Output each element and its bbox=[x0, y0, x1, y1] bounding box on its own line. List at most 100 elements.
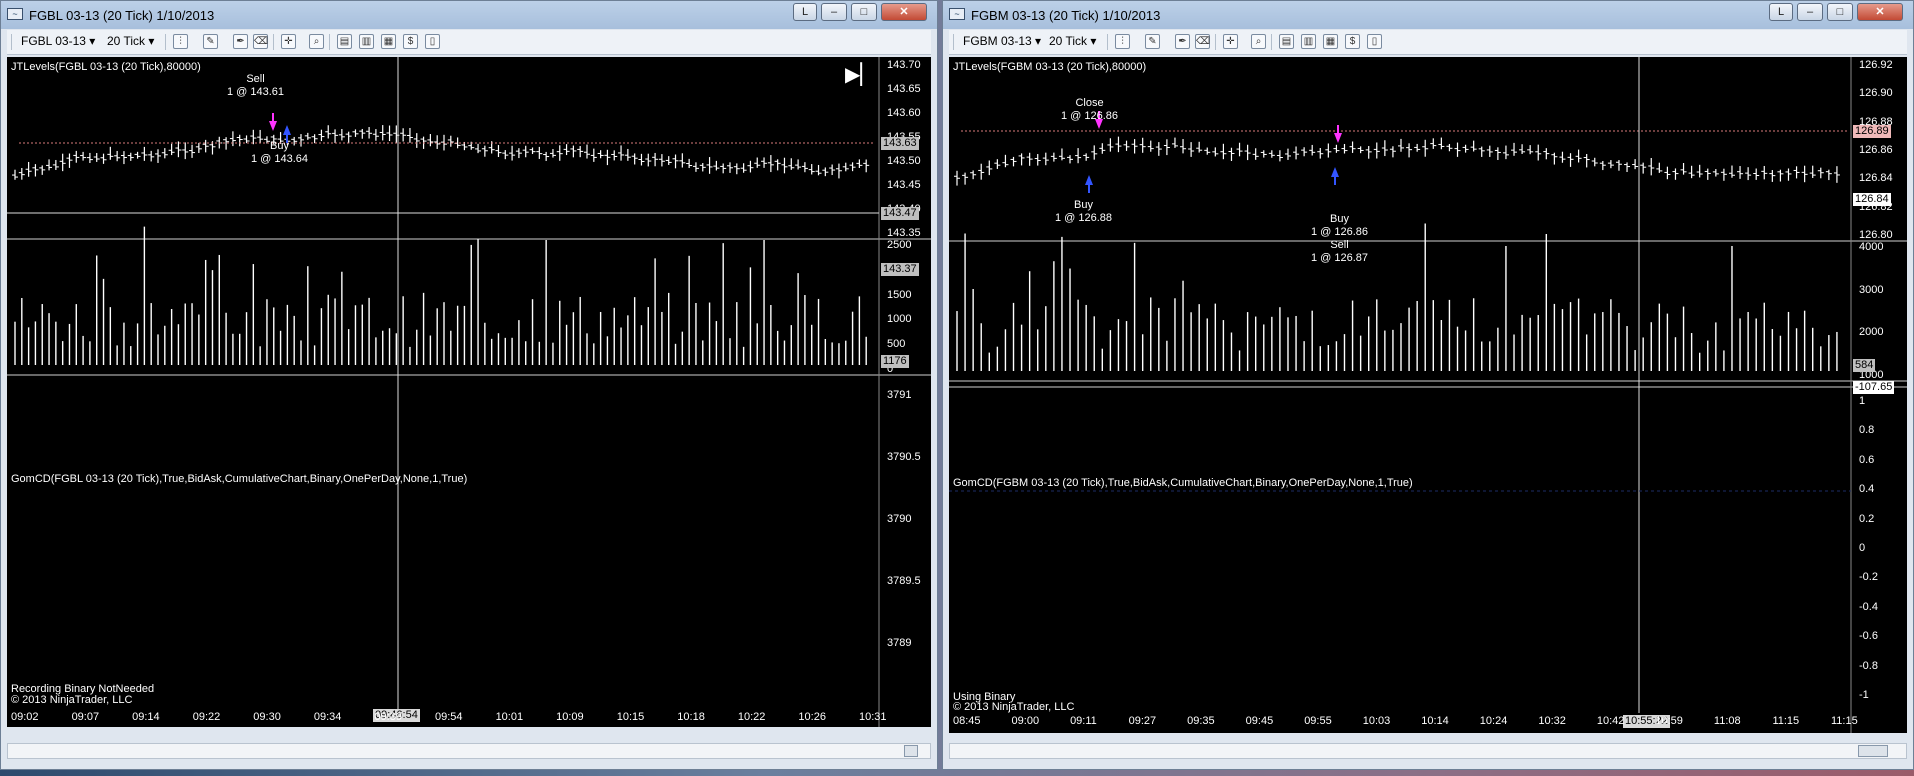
instrument-selector[interactable]: FGBL 03-13 ▾ bbox=[21, 33, 95, 50]
properties-icon[interactable]: ▦ bbox=[1323, 34, 1338, 49]
volume-axis-tick: 500 bbox=[887, 338, 906, 351]
time-axis-tick: 09:39 bbox=[374, 711, 402, 723]
sell-arrow-icon bbox=[1334, 133, 1342, 143]
time-axis-tick: 09:07 bbox=[71, 711, 100, 723]
price-axis-tick: 126.84 bbox=[1859, 172, 1893, 185]
crosshair-icon[interactable]: ✛ bbox=[1223, 34, 1238, 49]
time-axis-tick: 09:34 bbox=[313, 711, 342, 723]
zoom-icon[interactable]: ⌕ bbox=[309, 34, 324, 49]
window-title: FGBM 03-13 (20 Tick) 1/10/2013 bbox=[971, 8, 1161, 23]
drawing-pencil-icon[interactable]: ✎ bbox=[1145, 34, 1160, 49]
trade-label-sell: Sell 1 @ 126.87 bbox=[1311, 239, 1369, 264]
scrollbar-thumb[interactable] bbox=[904, 745, 918, 757]
horizontal-scrollbar[interactable] bbox=[949, 743, 1907, 759]
time-axis-tick: 10:26 bbox=[798, 711, 826, 723]
toolbar-separator bbox=[165, 34, 166, 50]
gom-value-tag: -107.65 bbox=[1853, 381, 1895, 394]
title-bar[interactable]: ~ FGBL 03-13 (20 Tick) 1/10/2013 L – □ ✕ bbox=[1, 1, 937, 29]
crosshair-icon[interactable]: ✛ bbox=[281, 34, 296, 49]
trade-label-close: Close 1 @ 126.86 bbox=[1061, 97, 1119, 122]
link-button[interactable]: L bbox=[793, 3, 817, 21]
bar-type-icon[interactable]: ⫶ bbox=[1115, 34, 1130, 49]
interval-label: 20 Tick bbox=[107, 34, 146, 48]
strategies-icon[interactable]: ▥ bbox=[359, 34, 374, 49]
instrument-selector[interactable]: FGBM 03-13 ▾ bbox=[963, 33, 1041, 50]
time-axis-tick: 10:14 bbox=[1421, 715, 1449, 727]
chart-canvas[interactable] bbox=[7, 57, 931, 727]
eraser-icon[interactable]: ⌫ bbox=[253, 34, 268, 49]
close-button[interactable]: ✕ bbox=[1857, 3, 1903, 21]
strategies-icon[interactable]: ▥ bbox=[1301, 34, 1316, 49]
drawing-pencil-icon[interactable]: ✎ bbox=[203, 34, 218, 49]
time-axis-tick: 09:35 bbox=[1187, 715, 1215, 727]
time-axis-tick: 09:22 bbox=[192, 711, 221, 723]
gom-axis-tick: -0.2 bbox=[1859, 571, 1878, 584]
interval-selector[interactable]: 20 Tick ▾ bbox=[107, 33, 154, 50]
zoom-icon[interactable]: ⌕ bbox=[1251, 34, 1266, 49]
minimize-button[interactable]: – bbox=[821, 3, 847, 21]
time-axis-tick: 08:45 bbox=[953, 715, 981, 727]
bar-type-icon[interactable]: ⫶ bbox=[173, 34, 188, 49]
horizontal-scrollbar[interactable] bbox=[7, 743, 931, 759]
price-axis-tick: 126.90 bbox=[1859, 87, 1893, 100]
gom-axis-tick: 0.6 bbox=[1859, 453, 1875, 466]
chart-area[interactable]: JTLevels(FGBL 03-13 (20 Tick),80000) Gom… bbox=[7, 57, 931, 727]
trade-label-buy: Buy 1 @ 126.88 bbox=[1055, 199, 1113, 224]
price-axis-tick: 143.60 bbox=[887, 107, 921, 119]
time-axis-tick: 09:54 bbox=[435, 711, 463, 723]
volume-tag: 584 bbox=[1853, 359, 1876, 372]
data-box-icon[interactable]: ▯ bbox=[1367, 34, 1382, 49]
gom-axis-tick: 3790.5 bbox=[887, 451, 921, 463]
gom-axis-tick: -0.8 bbox=[1859, 659, 1878, 672]
indicator-label: JTLevels(FGBM 03-13 (20 Tick),80000) bbox=[953, 61, 1147, 73]
interval-selector[interactable]: 20 Tick ▾ bbox=[1049, 33, 1096, 50]
chart-window-fgbl[interactable]: ~ FGBL 03-13 (20 Tick) 1/10/2013 L – □ ✕… bbox=[0, 0, 938, 770]
gom-axis-tick: 0.2 bbox=[1859, 512, 1875, 525]
maximize-button[interactable]: □ bbox=[1827, 3, 1853, 21]
toolbar-separator bbox=[273, 34, 274, 50]
price-axis-tick: 143.70 bbox=[887, 59, 921, 71]
instrument-label: FGBL 03-13 bbox=[21, 34, 86, 48]
toolbar-separator bbox=[1107, 34, 1108, 50]
gom-axis-tick: 3789 bbox=[887, 637, 912, 649]
link-button[interactable]: L bbox=[1769, 3, 1793, 21]
eraser-icon[interactable]: ⌫ bbox=[1195, 34, 1210, 49]
price-axis-tick: 126.92 bbox=[1859, 59, 1893, 71]
maximize-button[interactable]: □ bbox=[851, 3, 877, 21]
chart-canvas[interactable] bbox=[949, 57, 1907, 733]
close-button[interactable]: ✕ bbox=[881, 3, 927, 21]
window-title: FGBL 03-13 (20 Tick) 1/10/2013 bbox=[29, 8, 215, 23]
buy-arrow-icon bbox=[283, 125, 291, 135]
marker-icon[interactable]: ✒ bbox=[1175, 34, 1190, 49]
marker-icon[interactable]: ✒ bbox=[233, 34, 248, 49]
money-icon[interactable]: $ bbox=[1345, 34, 1360, 49]
data-box-icon[interactable]: ▯ bbox=[425, 34, 440, 49]
price-axis-tick: 143.45 bbox=[887, 179, 921, 191]
time-axis-tick: 09:55 bbox=[1304, 715, 1332, 727]
title-bar[interactable]: ~ FGBM 03-13 (20 Tick) 1/10/2013 L – □ ✕ bbox=[943, 1, 1913, 29]
buy-arrow-icon bbox=[1331, 167, 1339, 177]
indicators-icon[interactable]: ▤ bbox=[1279, 34, 1294, 49]
price-axis-tick: 143.50 bbox=[887, 155, 921, 167]
chart-app-icon: ~ bbox=[7, 8, 23, 20]
properties-icon[interactable]: ▦ bbox=[381, 34, 396, 49]
trade-label-sell: Sell 1 @ 143.61 bbox=[227, 73, 285, 98]
time-axis-tick: 10:18 bbox=[677, 711, 705, 723]
skip-to-end-icon[interactable]: ▶▏ bbox=[845, 65, 876, 85]
chart-window-fgbm[interactable]: ~ FGBM 03-13 (20 Tick) 1/10/2013 L – □ ✕… bbox=[942, 0, 1914, 770]
indicators-icon[interactable]: ▤ bbox=[337, 34, 352, 49]
scrollbar-thumb[interactable] bbox=[1858, 745, 1888, 757]
price-tag: 126.89 bbox=[1853, 125, 1891, 138]
gom-axis-tick: 1 bbox=[1859, 395, 1866, 407]
chart-app-icon: ~ bbox=[949, 8, 965, 20]
instrument-label: FGBM 03-13 bbox=[963, 34, 1032, 48]
price-tag: 143.37 bbox=[881, 263, 919, 276]
volume-axis-tick: 3000 bbox=[1859, 283, 1884, 296]
price-tag: 126.84 bbox=[1853, 193, 1891, 206]
chart-area[interactable]: JTLevels(FGBM 03-13 (20 Tick),80000) Gom… bbox=[949, 57, 1907, 733]
money-icon[interactable]: $ bbox=[403, 34, 418, 49]
gom-axis-tick: 3790 bbox=[887, 513, 912, 525]
minimize-button[interactable]: – bbox=[1797, 3, 1823, 21]
trade-label-buy: Buy 1 @ 143.64 bbox=[251, 140, 309, 165]
volume-axis-tick: 2000 bbox=[1859, 326, 1884, 339]
